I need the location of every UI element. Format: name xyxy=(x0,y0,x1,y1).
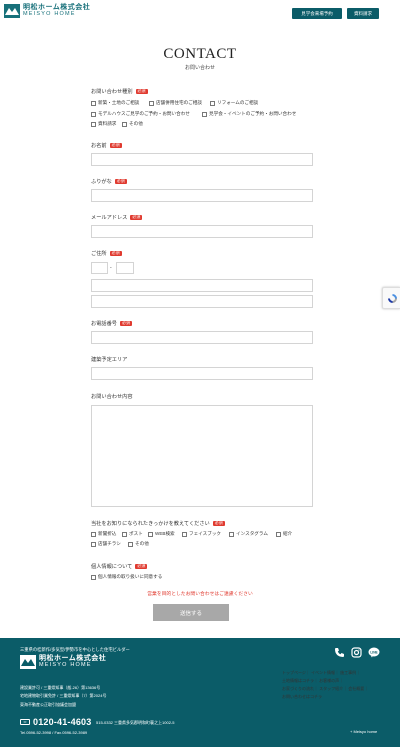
required-badge: 必須 xyxy=(135,563,148,570)
required-badge: 必須 xyxy=(109,142,122,149)
checkbox[interactable] xyxy=(91,541,96,547)
document-request-button[interactable]: 資料請求 xyxy=(347,8,379,19)
message-textarea[interactable] xyxy=(91,405,313,507)
page-title: CONTACT xyxy=(163,46,237,62)
footer-links-row-3[interactable]: お家づくりの流れ｜ スタッフ紹介｜ 会社概要｜ xyxy=(282,686,368,692)
privacy-agree-checkbox[interactable]: 個人情報の取り扱いに同意する xyxy=(91,574,162,580)
association-membership: 東海不動産公正取引協議会加盟 xyxy=(20,702,76,707)
checkbox[interactable] xyxy=(91,531,96,537)
message-label: お問い合わせ内容 xyxy=(91,394,133,400)
phone-input[interactable] xyxy=(91,331,313,344)
svg-text:LINE: LINE xyxy=(370,651,377,655)
privacy-label: 個人情報について 必須 xyxy=(91,563,148,570)
name-input[interactable] xyxy=(91,153,313,166)
checkbox[interactable] xyxy=(202,111,207,117)
instagram-icon[interactable] xyxy=(351,647,362,658)
source-option-referral[interactable]: 紹介 xyxy=(276,531,292,537)
required-badge: 必須 xyxy=(114,178,127,185)
house-logo-icon xyxy=(4,4,20,18)
required-badge: 必須 xyxy=(119,320,132,327)
sales-warning-text: 営業を目的としたお問い合わせはご遠慮ください xyxy=(147,592,253,597)
visit-reservation-button[interactable]: 見学会来場予約 xyxy=(292,8,342,19)
recaptcha-badge[interactable] xyxy=(382,287,400,309)
checkbox[interactable] xyxy=(149,100,154,106)
checkbox[interactable] xyxy=(276,531,281,537)
footer-company-name: 明松ホーム株式会社 xyxy=(39,655,107,663)
inquiry-option-model-house[interactable]: モデルハウスご見学のご予約・お問い合わせ xyxy=(91,111,190,117)
area-label: 建築予定エリア xyxy=(91,357,128,363)
zip-code-first-input[interactable] xyxy=(91,262,108,274)
source-option-post[interactable]: ポスト xyxy=(122,531,143,537)
page-subtitle: お問い合わせ xyxy=(184,65,215,71)
phone-icon[interactable] xyxy=(334,647,345,658)
inquiry-option-new-build[interactable]: 新築・土地のご相談 xyxy=(91,100,139,106)
checkbox[interactable] xyxy=(91,574,96,580)
checkbox[interactable] xyxy=(229,531,234,537)
source-option-other[interactable]: その他 xyxy=(128,541,149,547)
recaptcha-icon xyxy=(388,294,397,303)
footer-links-row-1[interactable]: トップページ｜ イベント情報｜ 施工事例｜ xyxy=(282,670,360,676)
checkbox[interactable] xyxy=(210,100,215,106)
meisyo-home-link[interactable]: + Meisyo home xyxy=(350,729,377,734)
source-option-facebook[interactable]: フェイスブック xyxy=(182,531,221,537)
kana-input[interactable] xyxy=(91,189,313,202)
email-input[interactable] xyxy=(91,225,313,238)
footer-phone[interactable]: ☏ 0120-41-4603 xyxy=(20,717,91,727)
realestate-license: 宅地建物取引業免許 / 三重県知事（7）第2024号 xyxy=(20,693,107,698)
line-icon[interactable]: LINE xyxy=(368,647,380,658)
footer-tagline: 三重県の桂新作/多気型/伊勢市を中心とした住宅ビルダー xyxy=(20,647,130,652)
site-logo[interactable]: 明松ホーム株式会社 MEISYO HOME xyxy=(4,4,90,18)
name-label: お名前 必須 xyxy=(91,142,122,149)
footer-english-name: MEISYO HOME xyxy=(39,662,92,669)
checkbox[interactable] xyxy=(128,541,133,547)
logo-company-name: 明松ホーム株式会社 xyxy=(23,4,91,12)
footer-tel-fax: Tel.0596-52-3998 / Fax.0596-52-3989 xyxy=(20,730,88,735)
source-option-newspaper[interactable]: 新聞折込 xyxy=(91,531,116,537)
freedial-icon: ☏ xyxy=(20,719,30,725)
phone-label: お電話番号 必須 xyxy=(91,320,132,327)
source-option-instagram[interactable]: インスタグラム xyxy=(229,531,268,537)
zip-separator: - xyxy=(110,265,112,271)
house-logo-icon xyxy=(20,655,36,669)
inquiry-option-store-house[interactable]: 店舗併用住宅のご相談 xyxy=(149,100,202,106)
footer-links-row-4[interactable]: お問い合わせはコチラ xyxy=(282,694,322,700)
construction-license: 建設業許可 / 三重県知事（般-26）第13636号 xyxy=(20,685,101,690)
inquiry-option-reform[interactable]: リフォームのご相談 xyxy=(210,100,258,106)
inquiry-option-other[interactable]: その他 xyxy=(122,121,143,127)
email-label: メールアドレス 必須 xyxy=(91,214,143,221)
address-label: ご住所 必須 xyxy=(91,250,122,257)
required-badge: 必須 xyxy=(130,214,143,221)
source-option-store-flyer[interactable]: 店舗チラシ xyxy=(91,541,121,547)
site-header: 明松ホーム株式会社 MEISYO HOME 見学会来場予約 資料請求 xyxy=(0,0,400,28)
footer-logo[interactable]: 明松ホーム株式会社 MEISYO HOME xyxy=(20,655,106,669)
inquiry-type-label: お問い合わせ種別 必須 xyxy=(91,88,148,95)
checkbox[interactable] xyxy=(182,531,187,537)
inquiry-option-document[interactable]: 資料請求 xyxy=(91,121,116,127)
source-option-web[interactable]: WEB検索 xyxy=(148,531,175,537)
kana-label: ふりがな 必須 xyxy=(91,178,127,185)
footer-links-row-2[interactable]: 土地情報はコチラ｜ お客様の声｜ xyxy=(282,678,343,684)
required-badge: 必須 xyxy=(135,88,148,95)
address-input-1[interactable] xyxy=(91,279,313,292)
footer-address: 515-0332 三重県多気郡明和町蓑之上1002-5 xyxy=(96,720,175,725)
checkbox[interactable] xyxy=(148,531,153,537)
checkbox[interactable] xyxy=(91,111,96,117)
logo-english-name: MEISYO HOME xyxy=(23,11,76,18)
required-badge: 必須 xyxy=(212,520,225,527)
address-input-2[interactable] xyxy=(91,295,313,308)
inquiry-option-event[interactable]: 見学会・イベントのご予約・お問い合わせ xyxy=(202,111,296,117)
checkbox[interactable] xyxy=(122,531,127,537)
submit-button[interactable]: 送信する xyxy=(153,604,229,621)
required-badge: 必須 xyxy=(109,250,122,257)
checkbox[interactable] xyxy=(91,100,96,106)
checkbox[interactable] xyxy=(122,121,127,127)
zip-code-second-input[interactable] xyxy=(116,262,134,274)
checkbox[interactable] xyxy=(91,121,96,127)
source-label: 当社をお知りになられたきっかけを教えてください 必須 xyxy=(91,520,225,527)
area-input[interactable] xyxy=(91,367,313,380)
footer-social-icons: LINE xyxy=(334,647,380,658)
